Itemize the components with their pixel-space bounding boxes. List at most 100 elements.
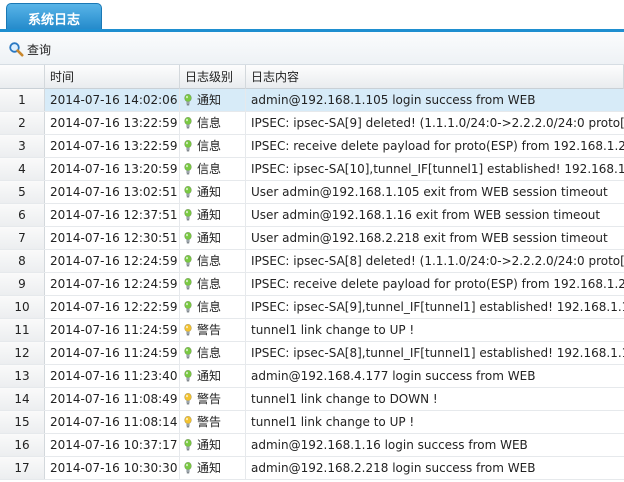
log-level-label: 信息 <box>197 116 222 130</box>
row-number: 16 <box>0 434 45 456</box>
row-number: 15 <box>0 411 45 433</box>
log-content: admin@192.168.2.218 login success from W… <box>251 461 536 475</box>
log-level-label: 警告 <box>197 392 222 406</box>
info-bulb-icon <box>184 347 192 359</box>
row-number: 12 <box>0 342 45 364</box>
log-content: IPSEC: ipsec-SA[9] deleted! (1.1.1.0/24:… <box>251 116 624 130</box>
log-level: 通知 <box>180 365 246 387</box>
row-number: 10 <box>0 296 45 318</box>
log-level: 信息 <box>180 112 246 134</box>
toolbar: 查询 <box>0 32 624 65</box>
log-level-label: 信息 <box>197 162 222 176</box>
log-level: 信息 <box>180 273 246 295</box>
table-row[interactable]: 8 2014-07-16 12:24:59 信息 IPSEC: ipsec-SA[8]… <box>0 250 624 273</box>
log-level: 警告 <box>180 411 246 433</box>
log-time: 2014-07-16 12:30:51 <box>45 227 180 249</box>
log-time: 2014-07-16 11:08:14 <box>45 411 180 433</box>
table-row[interactable]: 14 2014-07-16 11:08:49 警告 tunnel1 link chan… <box>0 388 624 411</box>
log-content: tunnel1 link change to UP ! <box>251 323 415 337</box>
log-level-label: 警告 <box>197 323 222 337</box>
table-row[interactable]: 2 2014-07-16 13:22:59 信息 IPSEC: ipsec-SA[9]… <box>0 112 624 135</box>
tab-bar: 系统日志 <box>0 0 624 32</box>
row-number: 17 <box>0 457 45 479</box>
log-level: 信息 <box>180 158 246 180</box>
log-level-label: 信息 <box>197 139 222 153</box>
log-time: 2014-07-16 12:24:59 <box>45 273 180 295</box>
magnifier-icon <box>8 41 24 57</box>
log-content: admin@192.168.1.105 login success from W… <box>246 89 624 111</box>
log-content: IPSEC: receive delete payload for proto(… <box>251 277 624 291</box>
log-content: tunnel1 link change to UP ! <box>251 415 415 429</box>
log-level-label: 通知 <box>197 93 222 107</box>
log-level-label: 信息 <box>197 346 222 360</box>
table-header: 时间 日志级别 日志内容 <box>0 65 624 89</box>
log-level-label: 通知 <box>197 438 222 452</box>
log-content: IPSEC: ipsec-SA[8],tunnel_IF[tunnel1] es… <box>251 346 624 360</box>
info-bulb-icon <box>184 255 192 267</box>
info-bulb-icon <box>184 462 192 474</box>
info-bulb-icon <box>184 278 192 290</box>
tab-system-log[interactable]: 系统日志 <box>6 3 102 32</box>
log-content: User admin@192.168.1.105 exit from WEB s… <box>251 185 608 199</box>
info-bulb-icon <box>184 140 192 152</box>
warning-bulb-icon <box>184 393 192 405</box>
row-number: 2 <box>0 112 45 134</box>
log-content: tunnel1 link change to DOWN ! <box>251 392 438 406</box>
log-time: 2014-07-16 12:24:59 <box>45 250 180 272</box>
info-bulb-icon <box>184 439 192 451</box>
log-level: 警告 <box>180 319 246 341</box>
log-level-label: 通知 <box>197 231 222 245</box>
log-time: 2014-07-16 13:22:59 <box>45 112 180 134</box>
info-bulb-icon <box>184 232 192 244</box>
row-number: 9 <box>0 273 45 295</box>
table-row[interactable]: 6 2014-07-16 12:37:51 通知 User admin@192.168… <box>0 204 624 227</box>
log-level-label: 通知 <box>197 369 222 383</box>
table-row[interactable]: 9 2014-07-16 12:24:59 信息 IPSEC: receive del… <box>0 273 624 296</box>
row-number: 8 <box>0 250 45 272</box>
log-time: 2014-07-16 10:30:30 <box>45 457 180 479</box>
header-row-number <box>0 65 45 89</box>
table-row[interactable]: 3 2014-07-16 13:22:59 信息 IPSEC: receive del… <box>0 135 624 158</box>
log-level-label: 通知 <box>197 208 222 222</box>
log-level: 信息 <box>180 135 246 157</box>
table-row[interactable]: 17 2014-07-16 10:30:30 通知 admin@192.168.2.2… <box>0 457 624 480</box>
info-bulb-icon <box>184 94 192 106</box>
log-level: 通知 <box>180 204 246 226</box>
row-number: 14 <box>0 388 45 410</box>
log-level: 通知 <box>180 227 246 249</box>
table-row[interactable]: 11 2014-07-16 11:24:59 警告 tunnel1 link chan… <box>0 319 624 342</box>
table-row[interactable]: 10 2014-07-16 12:22:59 信息 IPSEC: ipsec-SA[9… <box>0 296 624 319</box>
row-number: 13 <box>0 365 45 387</box>
query-button[interactable]: 查询 <box>8 40 51 58</box>
log-content: IPSEC: ipsec-SA[9],tunnel_IF[tunnel1] es… <box>251 300 624 314</box>
log-content: User admin@192.168.2.218 exit from WEB s… <box>251 231 608 245</box>
log-level-label: 信息 <box>197 277 222 291</box>
log-level-label: 信息 <box>197 254 222 268</box>
table-row[interactable]: 5 2014-07-16 13:02:51 通知 User admin@192.168… <box>0 181 624 204</box>
info-bulb-icon <box>184 117 192 129</box>
log-level: 通知 <box>180 181 246 203</box>
log-time: 2014-07-16 12:37:51 <box>45 204 180 226</box>
table-row[interactable]: 15 2014-07-16 11:08:14 警告 tunnel1 link chan… <box>0 411 624 434</box>
table-row[interactable]: 4 2014-07-16 13:20:59 信息 IPSEC: ipsec-SA[10… <box>0 158 624 181</box>
log-time: 2014-07-16 14:02:06 <box>45 89 180 111</box>
log-time: 2014-07-16 11:24:59 <box>45 319 180 341</box>
table-row[interactable]: 1 2014-07-16 14:02:06 通知 admin@192.168.1.10… <box>0 89 624 112</box>
table-row[interactable]: 7 2014-07-16 12:30:51 通知 User admin@192.168… <box>0 227 624 250</box>
header-time[interactable]: 时间 <box>45 65 180 89</box>
table-row[interactable]: 13 2014-07-16 11:23:40 通知 admin@192.168.4.1… <box>0 365 624 388</box>
header-level[interactable]: 日志级别 <box>180 65 246 89</box>
log-level: 信息 <box>180 342 246 364</box>
table-row[interactable]: 16 2014-07-16 10:37:17 通知 admin@192.168.1.1… <box>0 434 624 457</box>
info-bulb-icon <box>184 209 192 221</box>
log-level-label: 通知 <box>197 185 222 199</box>
header-content[interactable]: 日志内容 <box>246 65 624 89</box>
query-label: 查询 <box>27 42 52 57</box>
log-level: 警告 <box>180 388 246 410</box>
row-number: 1 <box>0 89 45 111</box>
info-bulb-icon <box>184 163 192 175</box>
table-row[interactable]: 12 2014-07-16 11:24:59 信息 IPSEC: ipsec-SA[8… <box>0 342 624 365</box>
row-number: 3 <box>0 135 45 157</box>
log-level: 信息 <box>180 296 246 318</box>
log-time: 2014-07-16 13:20:59 <box>45 158 180 180</box>
